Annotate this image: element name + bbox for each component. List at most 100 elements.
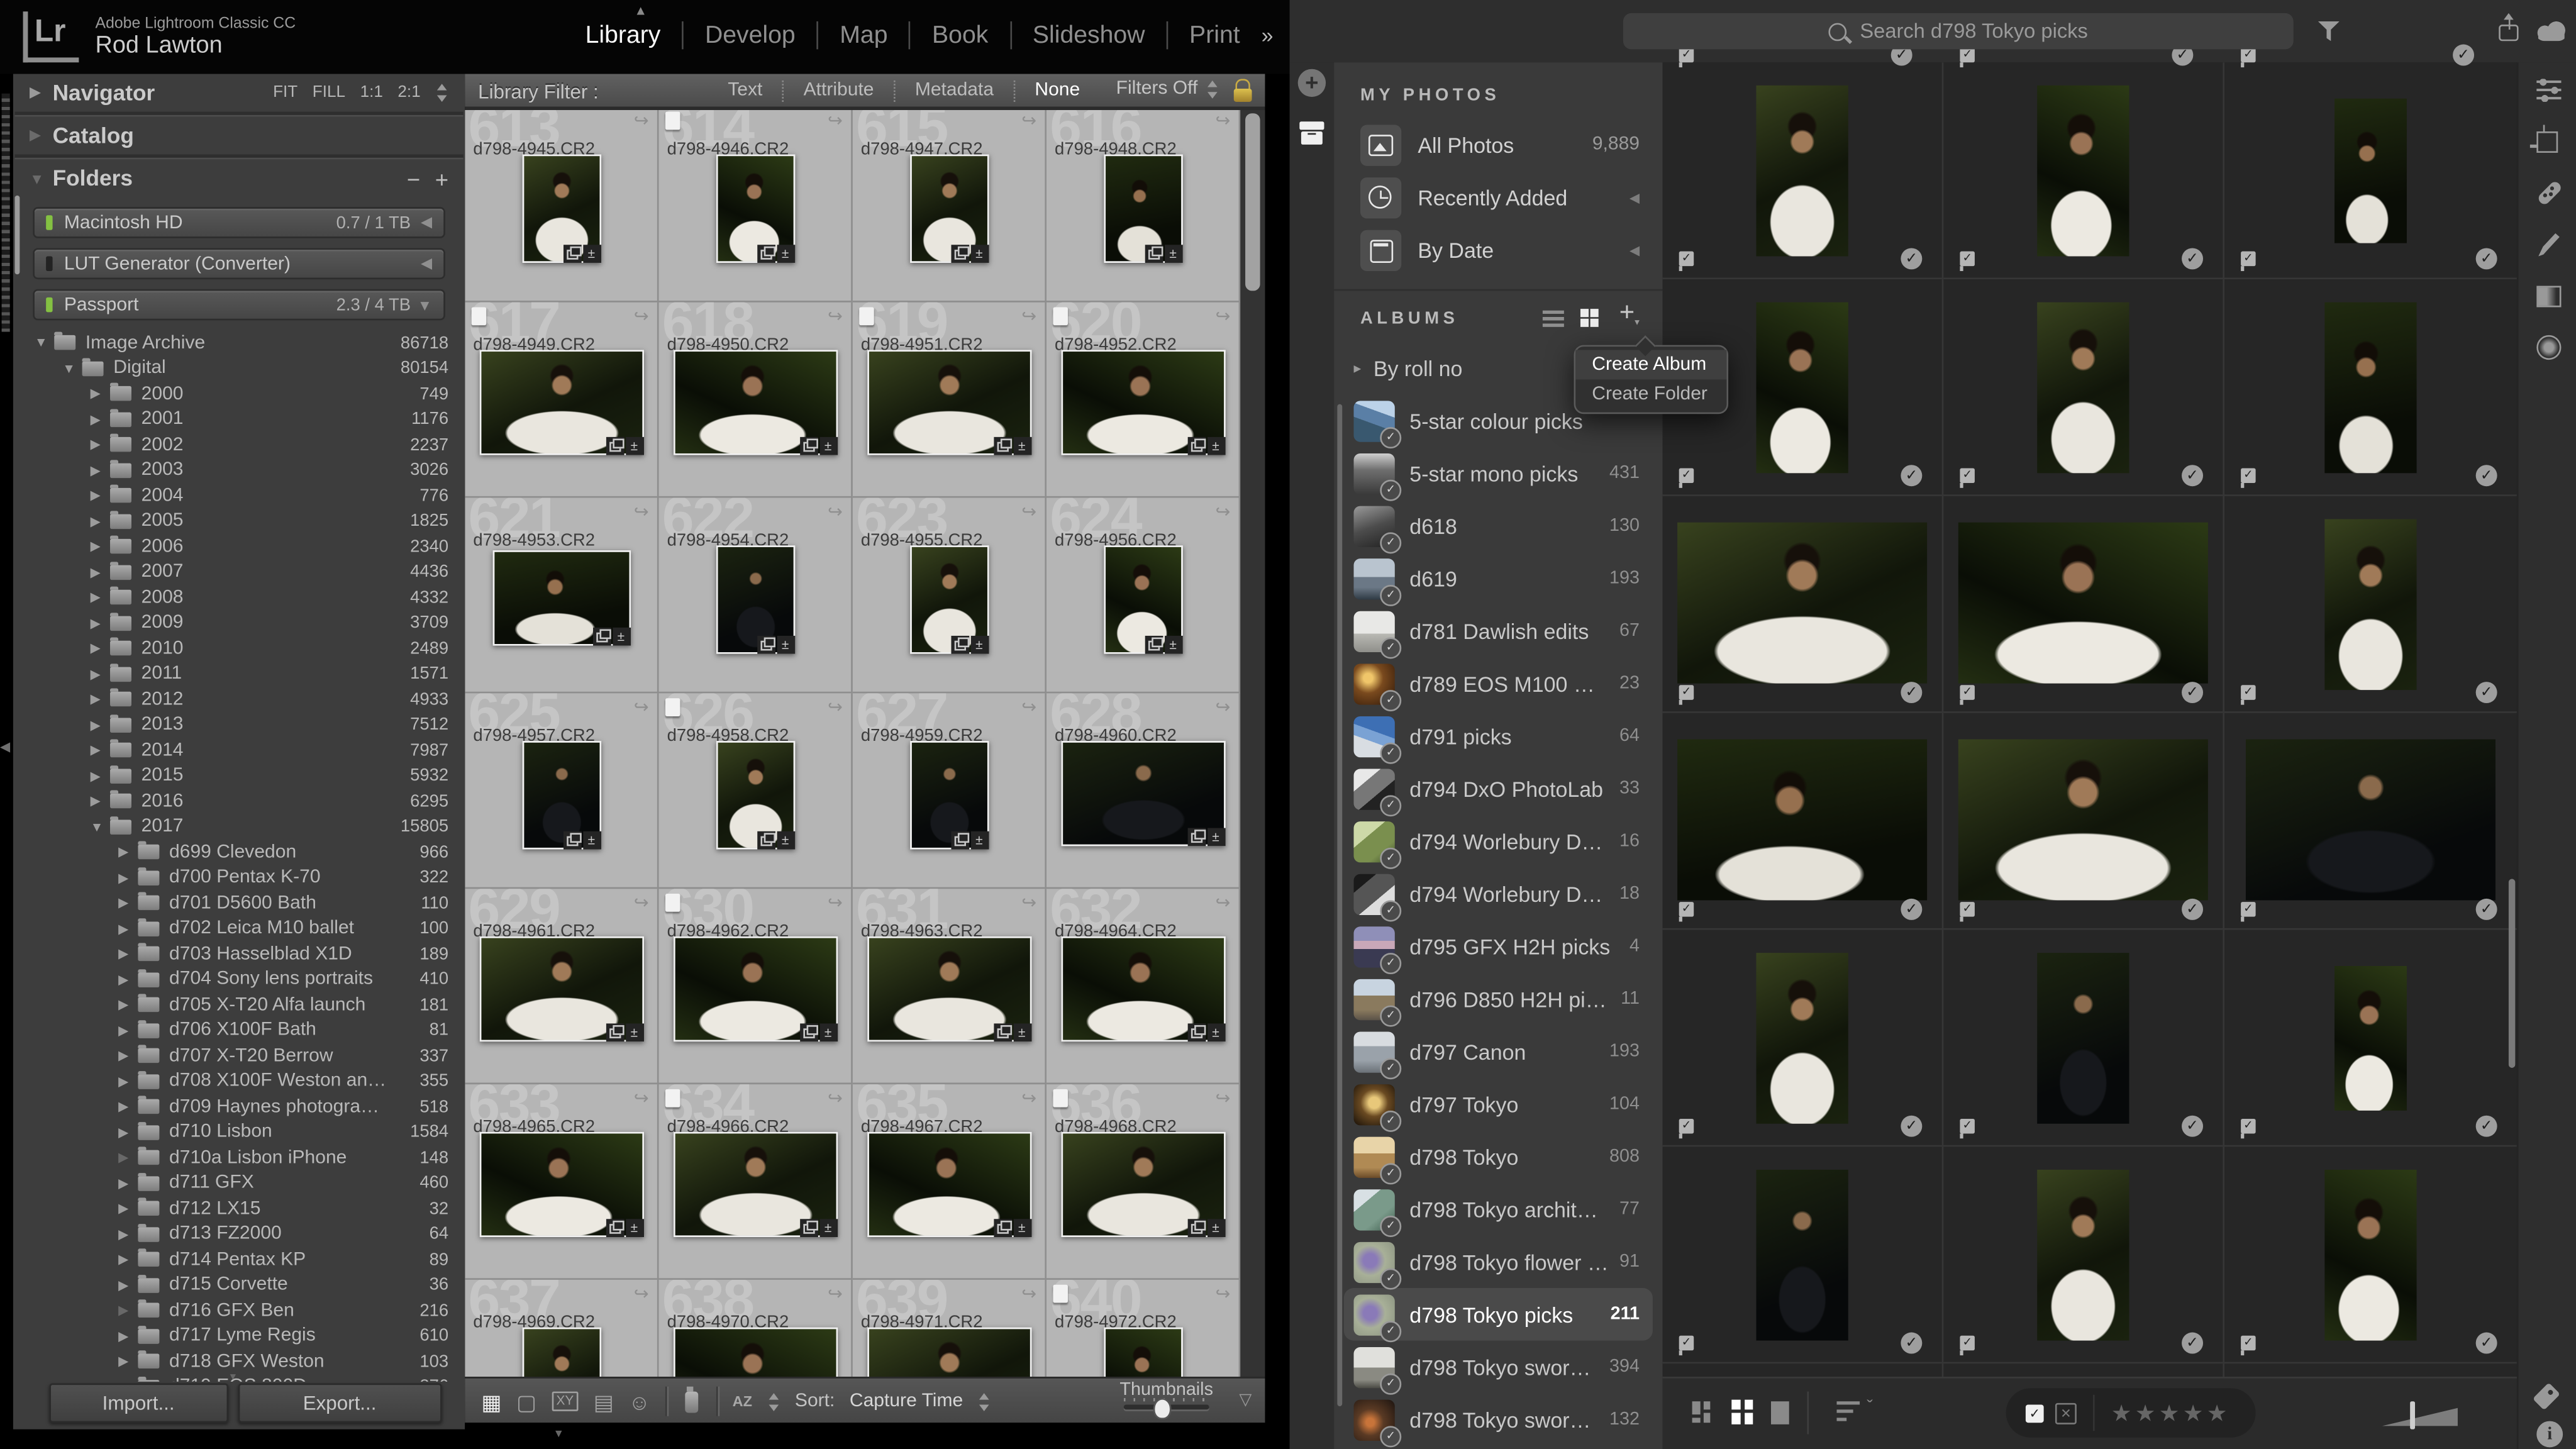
photo-thumbnail[interactable]: [2246, 740, 2496, 901]
module-tab[interactable]: Book: [909, 21, 1009, 49]
folder-row[interactable]: 2011 1571: [13, 661, 465, 686]
small-grid-view-icon[interactable]: [1692, 1401, 1714, 1423]
metadata-status-icon[interactable]: ↪: [828, 892, 843, 913]
photo-thumbnail[interactable]: [2037, 86, 2129, 257]
collection-badge-icon[interactable]: [563, 831, 581, 850]
adjustments-badge-icon[interactable]: ±: [819, 1219, 837, 1237]
adjustments-badge-icon[interactable]: ±: [582, 245, 601, 263]
photo-cell[interactable]: [2224, 62, 2517, 279]
pick-flag-badge-icon[interactable]: [1679, 1336, 1694, 1351]
adjustments-badge-icon[interactable]: ±: [970, 831, 989, 850]
album-row[interactable]: d794 Worlebury DxO c… 16: [1344, 815, 1653, 868]
volume-expand-icon[interactable]: ▼: [411, 297, 432, 313]
adjustments-badge-icon[interactable]: ±: [970, 245, 989, 263]
photo-cell[interactable]: 637 ↪ d798-4969.CR2 ±: [465, 1280, 658, 1377]
photo-cell[interactable]: [1943, 1146, 2224, 1363]
album-row[interactable]: d794 DxO PhotoLab 33: [1344, 762, 1653, 815]
photo-cell[interactable]: 626 ↪ d798-4958.CR2 ±: [659, 693, 853, 889]
photo-cell[interactable]: 621 ↪ d798-4953.CR2 ±: [465, 498, 658, 694]
collection-badge-icon[interactable]: [993, 1023, 1011, 1041]
metadata-status-icon[interactable]: ↪: [1215, 697, 1230, 718]
folders-header[interactable]: ▼ Folders − +: [13, 159, 465, 197]
metadata-status-icon[interactable]: ↪: [634, 306, 649, 327]
photo-thumbnail[interactable]: ±: [909, 545, 988, 653]
collection-badge-icon[interactable]: [1187, 828, 1205, 847]
module-tab[interactable]: Library: [564, 21, 682, 49]
album-row[interactable]: d791 picks 64: [1344, 709, 1653, 762]
adjustments-badge-icon[interactable]: ±: [612, 628, 630, 646]
my-photos-item[interactable]: Recently Added ◀: [1334, 171, 1662, 224]
folder-expand-icon[interactable]: [91, 488, 109, 503]
album-row[interactable]: d798 Tokyo flower artist 91: [1344, 1235, 1653, 1288]
collection-badge-icon[interactable]: [592, 628, 611, 646]
sync-check-badge-icon[interactable]: [2476, 682, 2497, 703]
sync-check-badge-icon[interactable]: [2476, 465, 2497, 486]
module-overflow-icon[interactable]: »: [1262, 23, 1284, 48]
collection-badge-icon[interactable]: [606, 437, 624, 455]
adjustments-badge-icon[interactable]: ±: [625, 1023, 643, 1041]
photo-cell[interactable]: 618 ↪ d798-4950.CR2 ±: [659, 303, 853, 498]
filter-option[interactable]: Metadata: [894, 80, 1014, 101]
cloud-sync-icon[interactable]: [2535, 19, 2568, 41]
photo-cell[interactable]: 634 ↪ d798-4966.CR2 ±: [659, 1084, 853, 1280]
adjustments-badge-icon[interactable]: ±: [1207, 437, 1225, 455]
navigator-header[interactable]: ▶ Navigator FIT FILL 1:1 2:1: [13, 74, 465, 112]
catalog-expand-icon[interactable]: ▶: [30, 126, 49, 145]
folder-expand-icon[interactable]: [91, 590, 109, 605]
photo-thumbnail[interactable]: ±: [492, 550, 630, 646]
folder-row[interactable]: 2004 776: [13, 483, 465, 508]
metadata-status-icon[interactable]: ↪: [1021, 1087, 1036, 1109]
pick-flag-badge-icon[interactable]: [1960, 468, 1975, 483]
folder-row[interactable]: d707 X-T20 Berrow 337: [13, 1043, 465, 1069]
module-tab[interactable]: Slideshow: [1009, 21, 1166, 49]
people-view-icon[interactable]: ☺: [628, 1391, 650, 1412]
sort-criteria-stepper-icon[interactable]: [978, 1392, 991, 1411]
pick-flag-badge-icon[interactable]: [1960, 685, 1975, 700]
folder-expand-icon[interactable]: [118, 1227, 136, 1242]
photo-thumbnail[interactable]: [1677, 740, 1927, 901]
album-row[interactable]: d781 Dawlish edits 67: [1344, 604, 1653, 657]
grid-scrollbar-track[interactable]: [1240, 110, 1265, 1377]
metadata-status-icon[interactable]: ↪: [828, 501, 843, 523]
sync-check-badge-icon[interactable]: [1901, 248, 1922, 269]
share-icon[interactable]: [2499, 15, 2520, 42]
photo-thumbnail[interactable]: ±: [867, 936, 1031, 1041]
sync-check-badge-icon[interactable]: [2182, 682, 2203, 703]
photo-cell[interactable]: 633 ↪ d798-4965.CR2 ±: [465, 1084, 658, 1280]
photo-thumbnail[interactable]: ±: [716, 155, 794, 263]
album-row[interactable]: 5-star mono picks 431: [1344, 447, 1653, 500]
metadata-status-icon[interactable]: ↪: [634, 1087, 649, 1109]
album-row[interactable]: d619 193: [1344, 552, 1653, 605]
adjustments-badge-icon[interactable]: ±: [1013, 1023, 1031, 1041]
photo-thumbnail[interactable]: ±: [909, 741, 988, 849]
pick-flag-badge-icon[interactable]: [1679, 1119, 1694, 1134]
compare-view-icon[interactable]: XY: [552, 1392, 579, 1411]
keywords-tag-icon[interactable]: [2533, 1382, 2560, 1410]
adjustments-badge-icon[interactable]: ±: [1013, 1219, 1031, 1237]
folder-expand-icon[interactable]: [91, 616, 109, 631]
volume-item[interactable]: Macintosh HD 0.7 / 1 TB ◀: [33, 207, 445, 238]
bottom-panel-collapse-icon[interactable]: ▾: [555, 1426, 562, 1441]
folder-row[interactable]: d712 LX15 32: [13, 1196, 465, 1221]
photo-cell[interactable]: [1943, 930, 2224, 1147]
sync-check-badge-icon[interactable]: [1901, 1116, 1922, 1137]
folder-expand-icon[interactable]: [118, 1048, 136, 1063]
photo-thumbnail[interactable]: ±: [1060, 1132, 1224, 1237]
photo-thumbnail[interactable]: ±: [1060, 350, 1224, 455]
metadata-status-icon[interactable]: ↪: [1021, 892, 1036, 913]
add-folder-button[interactable]: +: [435, 165, 448, 192]
photo-thumbnail[interactable]: [1677, 523, 1927, 684]
sync-check-badge-icon[interactable]: [1901, 899, 1922, 920]
metadata-status-icon[interactable]: ↪: [828, 306, 843, 327]
photo-thumbnail[interactable]: ±: [673, 350, 837, 455]
photo-cell[interactable]: [2224, 496, 2517, 713]
metadata-status-icon[interactable]: ↪: [828, 110, 843, 131]
photo-thumbnail[interactable]: [1958, 740, 2208, 901]
my-photos-item[interactable]: By Date ◀: [1334, 223, 1662, 276]
folder-row[interactable]: d719 EOS 800D 876: [13, 1374, 465, 1382]
photo-thumbnail[interactable]: [2037, 1170, 2129, 1341]
photo-cell[interactable]: [1663, 1146, 1944, 1363]
photo-thumbnail[interactable]: ±: [1060, 936, 1224, 1041]
linear-gradient-icon[interactable]: [2536, 286, 2561, 308]
photo-cell[interactable]: [1663, 496, 1944, 713]
